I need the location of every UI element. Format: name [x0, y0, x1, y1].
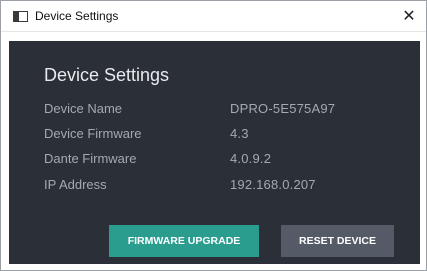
dante-firmware-label: Dante Firmware [44, 151, 137, 166]
dante-firmware-value: 4.0.9.2 [230, 151, 272, 166]
settings-panel: Device Settings Device Name DPRO-5E575A9… [9, 41, 420, 264]
device-firmware-label: Device Firmware [44, 126, 142, 141]
device-settings-window: Device Settings ✕ Device Settings Device… [0, 0, 427, 271]
window-title: Device Settings [35, 9, 119, 23]
ip-address-label: IP Address [44, 177, 107, 192]
close-icon[interactable]: ✕ [398, 5, 420, 27]
reset-device-button[interactable]: RESET DEVICE [281, 225, 394, 257]
ip-address-row: IP Address 192.168.0.207 [44, 177, 404, 195]
device-firmware-row: Device Firmware 4.3 [44, 126, 404, 144]
device-name-value: DPRO-5E575A97 [230, 101, 336, 116]
device-name-label: Device Name [44, 101, 123, 116]
ip-address-value: 192.168.0.207 [230, 177, 316, 192]
firmware-upgrade-button[interactable]: FIRMWARE UPGRADE [109, 225, 259, 257]
title-bar[interactable]: Device Settings ✕ [1, 1, 426, 32]
device-firmware-value: 4.3 [230, 126, 249, 141]
page-title: Device Settings [44, 65, 170, 85]
window-icon [13, 11, 28, 22]
device-name-row: Device Name DPRO-5E575A97 [44, 101, 404, 119]
dante-firmware-row: Dante Firmware 4.0.9.2 [44, 151, 404, 169]
